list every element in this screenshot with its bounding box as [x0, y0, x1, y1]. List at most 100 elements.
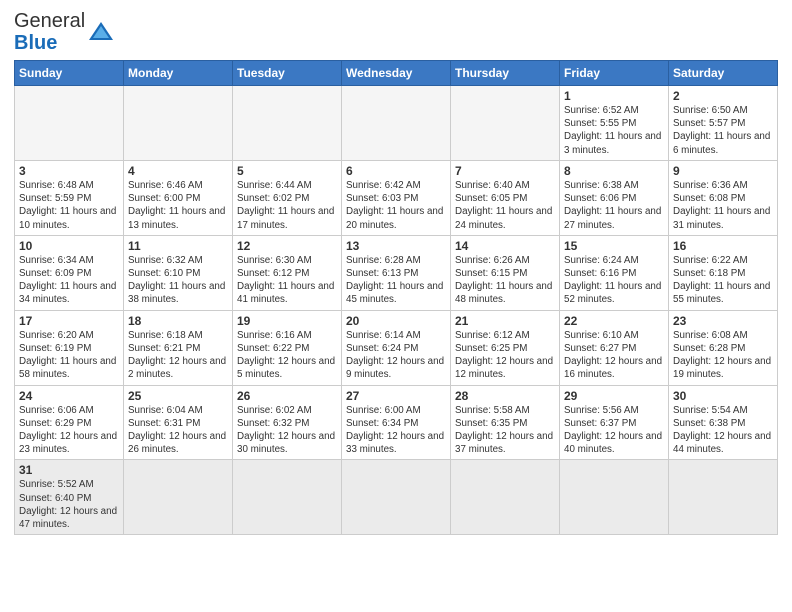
day-cell: 2Sunrise: 6:50 AM Sunset: 5:57 PM Daylig…: [669, 86, 778, 161]
day-cell: [233, 460, 342, 535]
weekday-header-sunday: Sunday: [15, 61, 124, 86]
day-cell: 22Sunrise: 6:10 AM Sunset: 6:27 PM Dayli…: [560, 310, 669, 385]
day-number: 4: [128, 164, 228, 178]
day-info: Sunrise: 6:52 AM Sunset: 5:55 PM Dayligh…: [564, 104, 664, 157]
day-info: Sunrise: 6:50 AM Sunset: 5:57 PM Dayligh…: [673, 104, 773, 157]
day-cell: 25Sunrise: 6:04 AM Sunset: 6:31 PM Dayli…: [124, 385, 233, 460]
day-cell: 21Sunrise: 6:12 AM Sunset: 6:25 PM Dayli…: [451, 310, 560, 385]
day-cell: [342, 460, 451, 535]
day-number: 6: [346, 164, 446, 178]
day-cell: [124, 86, 233, 161]
day-cell: 26Sunrise: 6:02 AM Sunset: 6:32 PM Dayli…: [233, 385, 342, 460]
week-row-3: 10Sunrise: 6:34 AM Sunset: 6:09 PM Dayli…: [15, 235, 778, 310]
day-info: Sunrise: 6:26 AM Sunset: 6:15 PM Dayligh…: [455, 254, 555, 307]
day-info: Sunrise: 6:08 AM Sunset: 6:28 PM Dayligh…: [673, 329, 773, 382]
day-info: Sunrise: 6:40 AM Sunset: 6:05 PM Dayligh…: [455, 179, 555, 232]
logo-blue-text: Blue: [14, 32, 85, 54]
day-number: 2: [673, 89, 773, 103]
day-info: Sunrise: 5:58 AM Sunset: 6:35 PM Dayligh…: [455, 404, 555, 457]
day-number: 22: [564, 314, 664, 328]
weekday-header-saturday: Saturday: [669, 61, 778, 86]
day-info: Sunrise: 6:22 AM Sunset: 6:18 PM Dayligh…: [673, 254, 773, 307]
day-number: 18: [128, 314, 228, 328]
day-cell: 24Sunrise: 6:06 AM Sunset: 6:29 PM Dayli…: [15, 385, 124, 460]
day-number: 23: [673, 314, 773, 328]
day-number: 11: [128, 239, 228, 253]
day-info: Sunrise: 6:38 AM Sunset: 6:06 PM Dayligh…: [564, 179, 664, 232]
day-cell: 29Sunrise: 5:56 AM Sunset: 6:37 PM Dayli…: [560, 385, 669, 460]
logo: General Blue: [14, 10, 115, 54]
day-number: 19: [237, 314, 337, 328]
day-info: Sunrise: 6:18 AM Sunset: 6:21 PM Dayligh…: [128, 329, 228, 382]
day-info: Sunrise: 6:44 AM Sunset: 6:02 PM Dayligh…: [237, 179, 337, 232]
weekday-header-tuesday: Tuesday: [233, 61, 342, 86]
day-number: 12: [237, 239, 337, 253]
week-row-5: 24Sunrise: 6:06 AM Sunset: 6:29 PM Dayli…: [15, 385, 778, 460]
day-cell: [15, 86, 124, 161]
day-number: 8: [564, 164, 664, 178]
day-cell: 10Sunrise: 6:34 AM Sunset: 6:09 PM Dayli…: [15, 235, 124, 310]
day-cell: [669, 460, 778, 535]
day-info: Sunrise: 6:10 AM Sunset: 6:27 PM Dayligh…: [564, 329, 664, 382]
day-cell: 6Sunrise: 6:42 AM Sunset: 6:03 PM Daylig…: [342, 160, 451, 235]
day-info: Sunrise: 6:16 AM Sunset: 6:22 PM Dayligh…: [237, 329, 337, 382]
day-info: Sunrise: 6:20 AM Sunset: 6:19 PM Dayligh…: [19, 329, 119, 382]
day-cell: [451, 460, 560, 535]
day-number: 25: [128, 389, 228, 403]
day-cell: 12Sunrise: 6:30 AM Sunset: 6:12 PM Dayli…: [233, 235, 342, 310]
day-cell: 31Sunrise: 5:52 AM Sunset: 6:40 PM Dayli…: [15, 460, 124, 535]
day-cell: 17Sunrise: 6:20 AM Sunset: 6:19 PM Dayli…: [15, 310, 124, 385]
day-number: 14: [455, 239, 555, 253]
day-cell: 3Sunrise: 6:48 AM Sunset: 5:59 PM Daylig…: [15, 160, 124, 235]
weekday-header-monday: Monday: [124, 61, 233, 86]
day-number: 10: [19, 239, 119, 253]
calendar: SundayMondayTuesdayWednesdayThursdayFrid…: [14, 60, 778, 535]
day-number: 3: [19, 164, 119, 178]
day-info: Sunrise: 5:52 AM Sunset: 6:40 PM Dayligh…: [19, 478, 119, 531]
day-info: Sunrise: 6:34 AM Sunset: 6:09 PM Dayligh…: [19, 254, 119, 307]
day-number: 13: [346, 239, 446, 253]
day-cell: [560, 460, 669, 535]
day-number: 15: [564, 239, 664, 253]
day-cell: 8Sunrise: 6:38 AM Sunset: 6:06 PM Daylig…: [560, 160, 669, 235]
day-number: 24: [19, 389, 119, 403]
week-row-2: 3Sunrise: 6:48 AM Sunset: 5:59 PM Daylig…: [15, 160, 778, 235]
day-number: 27: [346, 389, 446, 403]
day-info: Sunrise: 6:02 AM Sunset: 6:32 PM Dayligh…: [237, 404, 337, 457]
day-cell: 28Sunrise: 5:58 AM Sunset: 6:35 PM Dayli…: [451, 385, 560, 460]
day-info: Sunrise: 6:04 AM Sunset: 6:31 PM Dayligh…: [128, 404, 228, 457]
day-number: 5: [237, 164, 337, 178]
day-cell: [451, 86, 560, 161]
day-number: 21: [455, 314, 555, 328]
day-info: Sunrise: 6:06 AM Sunset: 6:29 PM Dayligh…: [19, 404, 119, 457]
week-row-1: 1Sunrise: 6:52 AM Sunset: 5:55 PM Daylig…: [15, 86, 778, 161]
weekday-header-row: SundayMondayTuesdayWednesdayThursdayFrid…: [15, 61, 778, 86]
day-cell: 16Sunrise: 6:22 AM Sunset: 6:18 PM Dayli…: [669, 235, 778, 310]
day-info: Sunrise: 5:56 AM Sunset: 6:37 PM Dayligh…: [564, 404, 664, 457]
day-cell: 11Sunrise: 6:32 AM Sunset: 6:10 PM Dayli…: [124, 235, 233, 310]
weekday-header-thursday: Thursday: [451, 61, 560, 86]
day-info: Sunrise: 6:30 AM Sunset: 6:12 PM Dayligh…: [237, 254, 337, 307]
day-cell: 13Sunrise: 6:28 AM Sunset: 6:13 PM Dayli…: [342, 235, 451, 310]
day-info: Sunrise: 6:48 AM Sunset: 5:59 PM Dayligh…: [19, 179, 119, 232]
day-cell: 20Sunrise: 6:14 AM Sunset: 6:24 PM Dayli…: [342, 310, 451, 385]
day-info: Sunrise: 6:14 AM Sunset: 6:24 PM Dayligh…: [346, 329, 446, 382]
day-info: Sunrise: 6:32 AM Sunset: 6:10 PM Dayligh…: [128, 254, 228, 307]
day-number: 31: [19, 463, 119, 477]
day-number: 26: [237, 389, 337, 403]
day-number: 1: [564, 89, 664, 103]
day-info: Sunrise: 6:24 AM Sunset: 6:16 PM Dayligh…: [564, 254, 664, 307]
day-info: Sunrise: 5:54 AM Sunset: 6:38 PM Dayligh…: [673, 404, 773, 457]
week-row-4: 17Sunrise: 6:20 AM Sunset: 6:19 PM Dayli…: [15, 310, 778, 385]
day-info: Sunrise: 6:46 AM Sunset: 6:00 PM Dayligh…: [128, 179, 228, 232]
day-number: 30: [673, 389, 773, 403]
day-cell: [233, 86, 342, 161]
day-number: 17: [19, 314, 119, 328]
day-cell: 14Sunrise: 6:26 AM Sunset: 6:15 PM Dayli…: [451, 235, 560, 310]
day-info: Sunrise: 6:12 AM Sunset: 6:25 PM Dayligh…: [455, 329, 555, 382]
weekday-header-friday: Friday: [560, 61, 669, 86]
page: General Blue SundayMondayTuesdayWednesda…: [0, 0, 792, 545]
day-info: Sunrise: 6:36 AM Sunset: 6:08 PM Dayligh…: [673, 179, 773, 232]
day-info: Sunrise: 6:42 AM Sunset: 6:03 PM Dayligh…: [346, 179, 446, 232]
day-number: 9: [673, 164, 773, 178]
